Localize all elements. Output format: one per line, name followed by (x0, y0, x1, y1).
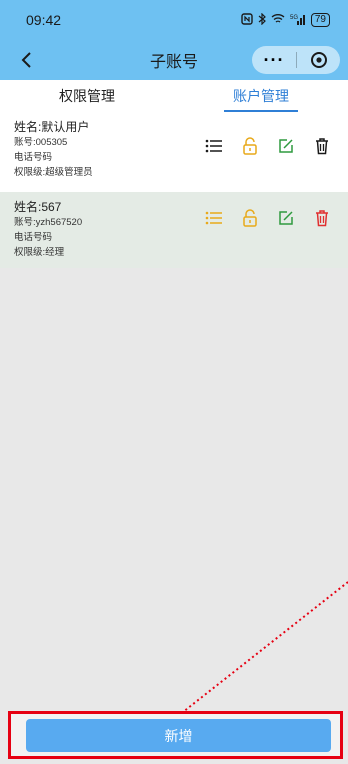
annotation-highlight-box: 新增 (8, 711, 343, 759)
edit-icon (279, 211, 293, 225)
account-actions (202, 134, 334, 158)
status-time: 09:42 (26, 12, 62, 28)
list-icon (205, 139, 222, 153)
account-level: 权限级:超级管理员 (14, 167, 93, 178)
account-actions (202, 206, 334, 230)
delete-button[interactable] (310, 206, 334, 230)
status-bar: 09:42 5G 79 (0, 0, 348, 40)
details-button[interactable] (202, 206, 226, 230)
delete-button[interactable] (310, 134, 334, 158)
edit-icon (279, 139, 293, 153)
close-button[interactable] (297, 46, 340, 74)
nfc-icon (241, 12, 253, 28)
edit-button[interactable] (274, 206, 298, 230)
add-account-button[interactable]: 新增 (26, 719, 331, 752)
list-icon (205, 211, 222, 225)
close-target-icon (310, 52, 327, 68)
signal-icon: 5G (290, 13, 306, 28)
back-icon (21, 52, 31, 68)
account-phone: 电话号码 (14, 232, 53, 243)
account-card: 姓名:默认用户 账号:005305 电话号码 权限级:超级管理员 (0, 112, 348, 192)
lock-icon (243, 209, 257, 227)
back-button[interactable] (14, 48, 38, 72)
battery-icon: 79 (310, 13, 330, 27)
lock-icon (243, 137, 257, 155)
account-level: 权限级:经理 (14, 247, 65, 258)
lock-button[interactable] (238, 206, 262, 230)
tab-account-management[interactable]: 账户管理 (174, 80, 348, 112)
delete-icon (316, 138, 328, 155)
svg-text:5G: 5G (290, 15, 298, 21)
tab-bar: 权限管理 账户管理 (0, 80, 348, 112)
delete-icon (316, 210, 328, 227)
status-icons: 5G 79 (241, 12, 330, 28)
page-title: 子账号 (149, 54, 198, 71)
details-button[interactable] (202, 134, 226, 158)
nav-bar: 子账号 ··· (0, 40, 348, 80)
tab-permission-management[interactable]: 权限管理 (0, 80, 174, 112)
account-card: 姓名:567 账号:yzh567520 电话号码 权限级:经理 (0, 192, 348, 268)
lock-button[interactable] (238, 134, 262, 158)
more-button[interactable]: ··· (252, 46, 296, 74)
more-icon: ··· (263, 49, 285, 70)
edit-button[interactable] (274, 134, 298, 158)
account-list: 姓名:默认用户 账号:005305 电话号码 权限级:超级管理员 姓名:567 … (0, 112, 348, 268)
account-name: 姓名:默认用户 (14, 120, 90, 134)
bluetooth-icon (258, 12, 266, 28)
mini-program-capsule: ··· (252, 46, 340, 74)
wifi-icon (271, 13, 285, 27)
